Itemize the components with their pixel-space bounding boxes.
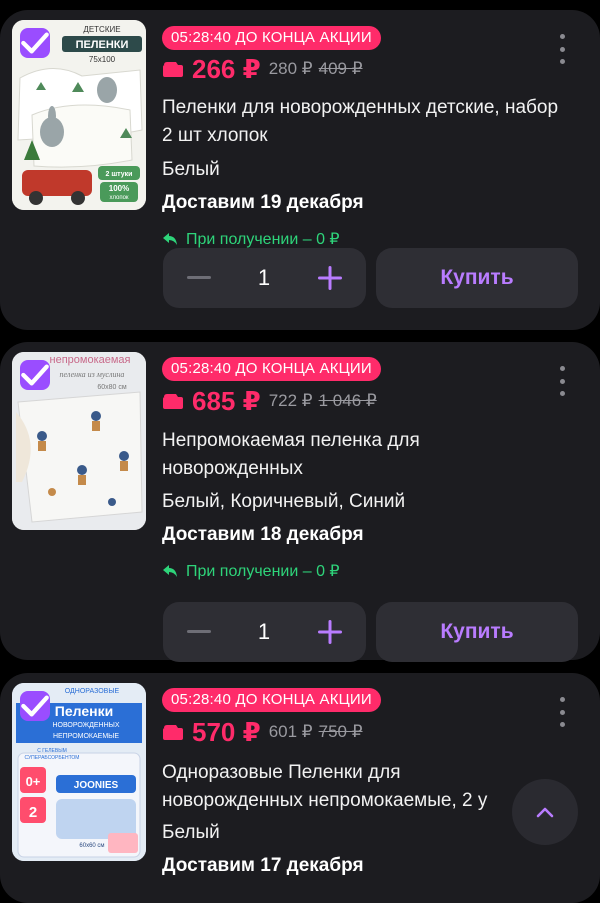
- check-icon: [21, 364, 49, 386]
- check-icon: [21, 32, 49, 54]
- image-text: 60х60 см: [79, 843, 104, 849]
- image-text: 60х80 см: [97, 384, 127, 391]
- image-text: НЕПРОМОКАЕМЫЕ: [53, 733, 119, 740]
- plus-icon: [318, 620, 342, 644]
- image-text: НОВОРОЖДЕННЫХ: [52, 722, 119, 729]
- product-card-1[interactable]: ДЕТСКИЕ ПЕЛЕНКИ 75х100 2 штуки 100% хлоп…: [0, 10, 600, 330]
- buy-button[interactable]: Купить: [376, 602, 578, 662]
- more-options-icon[interactable]: [552, 697, 572, 727]
- pickup-text: При получении – 0 ₽: [186, 231, 340, 248]
- increase-button[interactable]: [308, 248, 352, 308]
- delivery-date: Доставим 17 декабря: [162, 855, 364, 876]
- current-price: 570 ₽: [192, 716, 261, 747]
- minus-icon: [187, 630, 211, 633]
- current-price: 266 ₽: [192, 53, 261, 84]
- check-icon: [21, 695, 49, 717]
- quantity-stepper: 1: [163, 602, 366, 662]
- image-text: непромокаемая: [50, 354, 131, 366]
- image-text: СУПЕРАБСОРБЕНТОМ: [25, 755, 80, 761]
- image-text: 100%: [109, 184, 129, 193]
- select-checkbox[interactable]: [20, 360, 50, 390]
- image-text: ДЕТСКИЕ: [83, 25, 120, 34]
- buy-button[interactable]: Купить: [376, 248, 578, 308]
- image-text: 2: [29, 804, 37, 821]
- old-price: 601 ₽: [268, 722, 313, 741]
- image-text: 0+: [26, 774, 41, 789]
- image-text: хлопок: [109, 195, 128, 201]
- image-text: ОДНОРАЗОВЫЕ: [65, 688, 120, 695]
- image-text: ПЕЛЕНКИ: [76, 39, 129, 51]
- old-price: 280 ₽: [268, 59, 313, 78]
- product-title[interactable]: Одноразовые Пеленки для новорожденных не…: [162, 759, 522, 815]
- delivery-date: Доставим 18 декабря: [162, 524, 364, 545]
- minus-icon: [187, 276, 211, 279]
- return-arrow-icon: [163, 565, 177, 577]
- price-row: 685 ₽ 722 ₽ 1 046 ₽: [162, 383, 377, 419]
- image-text: С ГЕЛЕВЫМ: [37, 748, 67, 754]
- more-options-icon[interactable]: [552, 366, 572, 396]
- product-color: Белый: [162, 822, 220, 843]
- product-title[interactable]: Пеленки для новорожденных детские, набор…: [162, 94, 562, 150]
- promo-timer-badge: 05:28:40 ДО КОНЦА АКЦИИ: [162, 357, 381, 381]
- current-price: 685 ₽: [192, 385, 261, 416]
- old-price: 722 ₽: [268, 391, 313, 410]
- scroll-to-top-button[interactable]: [512, 779, 578, 845]
- wallet-icon: [163, 725, 183, 740]
- product-card-3[interactable]: ОДНОРАЗОВЫЕ Пеленки НОВОРОЖДЕННЫХ НЕПРОМ…: [0, 673, 600, 903]
- crossed-price: 1 046 ₽: [318, 391, 377, 410]
- crossed-price: 409 ₽: [318, 59, 363, 78]
- product-color: Белый: [162, 159, 220, 180]
- wallet-icon: [163, 62, 183, 77]
- image-text: JOONIES: [74, 780, 119, 791]
- promo-timer-badge: 05:28:40 ДО КОНЦА АКЦИИ: [162, 26, 381, 50]
- pickup-info: При получении – 0 ₽: [162, 229, 340, 249]
- pickup-info: При получении – 0 ₽: [162, 561, 340, 581]
- increase-button[interactable]: [308, 602, 352, 662]
- price-row: 570 ₽ 601 ₽ 750 ₽: [162, 714, 363, 750]
- product-title[interactable]: Непромокаемая пеленка для новорожденных: [162, 427, 562, 483]
- quantity-stepper: 1: [163, 248, 366, 308]
- crossed-price: 750 ₽: [318, 722, 363, 741]
- price-row: 266 ₽ 280 ₽ 409 ₽: [162, 51, 363, 87]
- image-text: пеленка из муслина: [60, 370, 125, 379]
- product-color: Белый, Коричневый, Синий: [162, 491, 406, 512]
- promo-timer-badge: 05:28:40 ДО КОНЦА АКЦИИ: [162, 688, 381, 712]
- quantity-value: 1: [257, 619, 271, 644]
- decrease-button[interactable]: [177, 248, 221, 308]
- product-image[interactable]: непромокаемая пеленка из муслина 60х80 с…: [12, 352, 146, 530]
- product-image[interactable]: ДЕТСКИЕ ПЕЛЕНКИ 75х100 2 штуки 100% хлоп…: [12, 20, 146, 210]
- quantity-value: 1: [257, 265, 271, 290]
- plus-icon: [318, 266, 342, 290]
- return-arrow-icon: [163, 233, 177, 245]
- pickup-text: При получении – 0 ₽: [186, 563, 340, 580]
- product-card-2[interactable]: непромокаемая пеленка из муслина 60х80 с…: [0, 342, 600, 662]
- decrease-button[interactable]: [177, 602, 221, 662]
- image-text: 75х100: [89, 55, 116, 64]
- delivery-date: Доставим 19 декабря: [162, 192, 364, 213]
- image-text: Пеленки: [55, 703, 113, 719]
- chevron-up-icon: [536, 807, 554, 818]
- more-options-icon[interactable]: [552, 34, 572, 64]
- wallet-icon: [163, 394, 183, 409]
- select-checkbox[interactable]: [20, 691, 50, 721]
- image-text: 2 штуки: [106, 171, 133, 178]
- select-checkbox[interactable]: [20, 28, 50, 58]
- product-image[interactable]: ОДНОРАЗОВЫЕ Пеленки НОВОРОЖДЕННЫХ НЕПРОМ…: [12, 683, 146, 861]
